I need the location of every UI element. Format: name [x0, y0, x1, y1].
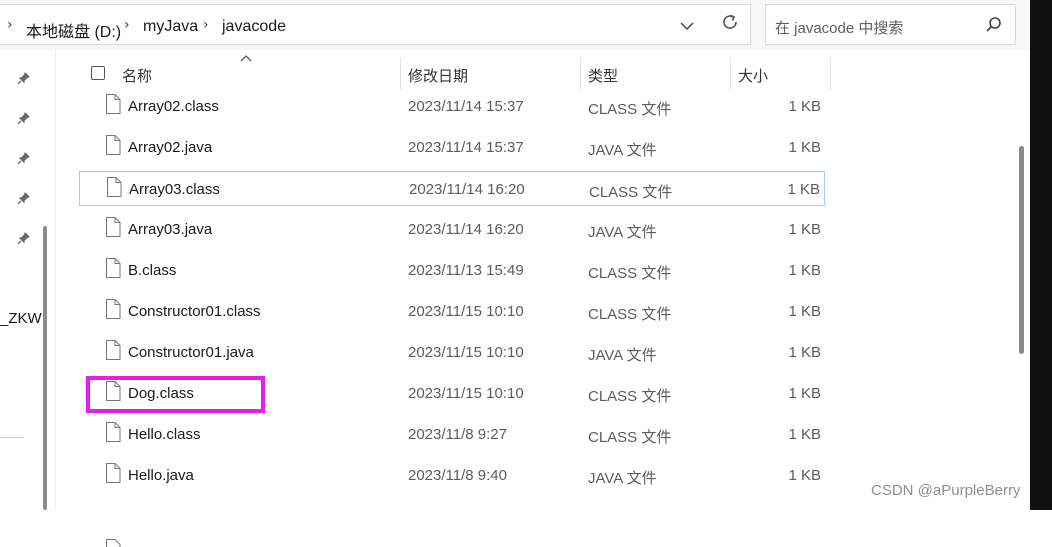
file-date: 2023/11/14 16:20 — [408, 221, 524, 238]
table-row[interactable]: Hello.java 2023/11/8 9:40 JAVA 文件 1 KB — [79, 458, 825, 493]
file-name: Array03.class — [129, 181, 220, 198]
refresh-button[interactable] — [717, 9, 743, 35]
chevron-right-icon[interactable]: › — [124, 17, 130, 33]
column-header-size[interactable]: 大小 — [738, 65, 768, 86]
file-type: CLASS 文件 — [588, 429, 672, 446]
file-name: B.class — [128, 262, 177, 279]
file-size: 1 KB — [788, 98, 821, 115]
column-divider[interactable] — [400, 58, 401, 90]
pin-icon[interactable] — [17, 231, 31, 245]
file-name: Array02.class — [128, 98, 219, 115]
file-type: JAVA 文件 — [588, 224, 657, 241]
breadcrumb-drive[interactable]: 本地磁盘 (D:) — [26, 18, 121, 42]
table-row[interactable]: Constructor01.java 2023/11/15 10:10 JAVA… — [79, 335, 825, 370]
file-size: 1 KB — [788, 139, 821, 156]
column-divider[interactable] — [730, 58, 731, 90]
nav-divider — [0, 437, 24, 438]
file-name: Constructor01.java — [128, 344, 254, 361]
file-type: JAVA 文件 — [588, 142, 657, 159]
chevron-down-icon — [680, 21, 694, 30]
file-date: 2023/11/15 10:10 — [408, 303, 524, 320]
table-row[interactable]: Constructor01.class 2023/11/15 10:10 CLA… — [79, 294, 825, 329]
pin-icon[interactable] — [17, 71, 31, 85]
file-icon — [106, 94, 121, 114]
annotation-highlight-box — [86, 376, 265, 413]
column-header-date[interactable]: 修改日期 — [408, 65, 468, 86]
file-date: 2023/11/15 10:10 — [408, 344, 524, 361]
file-icon — [106, 422, 121, 442]
file-date: 2023/11/14 15:37 — [408, 139, 524, 156]
file-date: 2023/11/14 16:20 — [409, 181, 525, 198]
main-scrollbar[interactable] — [1017, 50, 1030, 510]
address-bar[interactable]: › 本地磁盘 (D:) › myJava › javacode — [0, 4, 751, 45]
refresh-icon — [723, 14, 737, 29]
table-row[interactable]: Hello.class 2023/11/8 9:27 CLASS 文件 1 KB — [79, 417, 825, 452]
file-icon — [106, 539, 121, 547]
pin-icon[interactable] — [17, 151, 31, 165]
column-header: 名称 修改日期 类型 大小 — [57, 50, 1017, 90]
table-row[interactable]: B.class 2023/11/13 15:49 CLASS 文件 1 KB — [79, 253, 825, 288]
file-type: CLASS 文件 — [589, 184, 673, 201]
file-icon — [107, 177, 122, 197]
nav-item-label[interactable]: _ZKW — [0, 310, 42, 327]
file-type: JAVA 文件 — [588, 347, 657, 364]
scrollbar-thumb[interactable] — [1019, 146, 1024, 354]
navigation-pane: _ZKW — [0, 50, 56, 510]
file-type: CLASS 文件 — [588, 388, 672, 405]
column-header-name[interactable]: 名称 — [122, 65, 152, 86]
file-size: 1 KB — [788, 467, 821, 484]
file-icon — [106, 217, 121, 237]
file-icon — [106, 258, 121, 278]
address-history-dropdown[interactable] — [676, 15, 698, 37]
search-icon[interactable] — [983, 15, 1005, 35]
column-divider[interactable] — [580, 58, 581, 90]
watermark: CSDN @aPurpleBerry — [871, 482, 1021, 499]
chevron-right-icon[interactable]: › — [203, 17, 209, 33]
column-divider[interactable] — [830, 58, 831, 90]
file-type: JAVA 文件 — [588, 470, 657, 487]
file-icon — [106, 135, 121, 155]
table-row[interactable]: Array03.java 2023/11/14 16:20 JAVA 文件 1 … — [79, 212, 825, 247]
file-date: 2023/11/8 9:40 — [408, 467, 507, 484]
file-size: 1 KB — [788, 385, 821, 402]
file-icon — [106, 463, 121, 483]
search-box[interactable]: 在 javacode 中搜索 — [765, 4, 1016, 45]
table-row[interactable]: Array02.java 2023/11/14 15:37 JAVA 文件 1 … — [79, 130, 825, 165]
file-date: 2023/11/8 9:27 — [408, 426, 507, 443]
pin-icon[interactable] — [17, 111, 31, 125]
file-date: 2023/11/14 15:37 — [408, 98, 524, 115]
file-size: 1 KB — [788, 262, 821, 279]
file-icon — [106, 299, 121, 319]
file-name: Hello.java — [128, 467, 194, 484]
file-name: Constructor01.class — [128, 303, 261, 320]
search-input[interactable]: 在 javacode 中搜索 — [775, 17, 903, 38]
window-edge — [1030, 0, 1052, 510]
file-type: CLASS 文件 — [588, 101, 672, 118]
sort-ascending-icon — [240, 55, 252, 62]
chevron-right-icon[interactable]: › — [7, 17, 13, 33]
file-size: 1 KB — [788, 426, 821, 443]
file-name: Array03.java — [128, 221, 213, 238]
file-icon — [106, 340, 121, 360]
file-name: Array02.java — [128, 139, 213, 156]
file-date: 2023/11/15 10:10 — [408, 385, 524, 402]
nav-scrollbar[interactable] — [43, 226, 47, 510]
file-list: 名称 修改日期 类型 大小 Array02.class 2023/11/14 1… — [57, 50, 1017, 547]
file-size: 1 KB — [788, 303, 821, 320]
file-size: 1 KB — [788, 344, 821, 361]
select-all-checkbox[interactable] — [91, 66, 105, 80]
top-bar: › 本地磁盘 (D:) › myJava › javacode 在 javaco… — [0, 0, 1030, 50]
table-row[interactable]: Array02.class 2023/11/14 15:37 CLASS 文件 … — [79, 89, 825, 124]
file-date: 2023/11/13 15:49 — [408, 262, 524, 279]
file-name: Hello.class — [128, 426, 201, 443]
file-type: CLASS 文件 — [588, 306, 672, 323]
file-size: 1 KB — [787, 181, 820, 198]
table-row-selected[interactable]: Array03.class 2023/11/14 16:20 CLASS 文件 … — [79, 171, 825, 206]
file-size: 1 KB — [788, 221, 821, 238]
breadcrumb-myjava[interactable]: myJava — [143, 18, 198, 36]
breadcrumb-javacode[interactable]: javacode — [222, 18, 286, 36]
file-type: CLASS 文件 — [588, 265, 672, 282]
pin-icon[interactable] — [17, 191, 31, 205]
column-header-type[interactable]: 类型 — [588, 65, 618, 86]
